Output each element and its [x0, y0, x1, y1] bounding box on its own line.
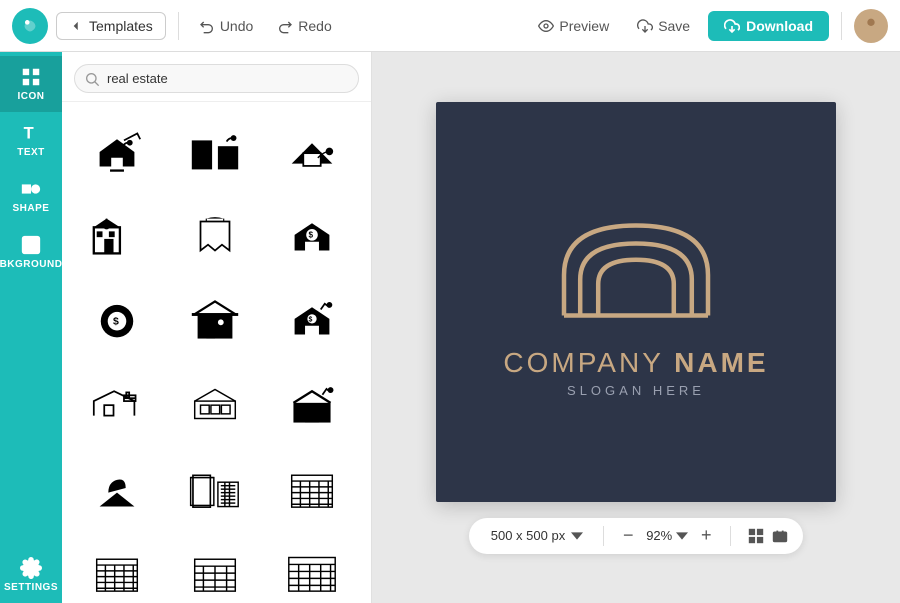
- list-item[interactable]: [170, 448, 260, 528]
- list-item[interactable]: [267, 532, 357, 603]
- list-item[interactable]: [72, 364, 162, 444]
- templates-button[interactable]: Templates: [56, 12, 166, 40]
- canvas-bottom-bar: 500 x 500 px − 92% +: [469, 518, 803, 554]
- icons-grid: $ $ $: [62, 102, 371, 603]
- icon-panel: $ $ $: [62, 52, 372, 603]
- fit-view-button[interactable]: [771, 527, 789, 545]
- icon-nav: ICON T TEXT SHAPE BKGROUND SETTINGS: [0, 52, 62, 603]
- nav-item-text[interactable]: T TEXT: [0, 112, 62, 168]
- svg-text:T: T: [24, 125, 34, 143]
- list-item[interactable]: [170, 112, 260, 192]
- save-button[interactable]: Save: [627, 13, 700, 39]
- list-item[interactable]: [72, 112, 162, 192]
- app-logo[interactable]: [12, 8, 48, 44]
- undo-button[interactable]: Undo: [191, 13, 261, 39]
- list-item[interactable]: $: [267, 196, 357, 276]
- nav-item-shape[interactable]: SHAPE: [0, 168, 62, 224]
- canvas-text-area: COMPANY NAME SLOGAN HERE: [503, 347, 768, 398]
- list-item[interactable]: [170, 196, 260, 276]
- view-buttons: [747, 527, 789, 545]
- logo-icon: [546, 206, 726, 331]
- canvas[interactable]: COMPANY NAME SLOGAN HERE: [436, 102, 836, 502]
- list-item[interactable]: [170, 532, 260, 603]
- zoom-controls: − 92% +: [616, 524, 718, 548]
- separator2: [841, 12, 842, 40]
- search-bar: [62, 52, 371, 102]
- svg-text:$: $: [309, 317, 313, 324]
- list-item[interactable]: [267, 364, 357, 444]
- canvas-area: COMPANY NAME SLOGAN HERE 500 x 500 px − …: [372, 52, 900, 603]
- grid-view-button[interactable]: [747, 527, 765, 545]
- list-item[interactable]: [72, 196, 162, 276]
- list-item[interactable]: [72, 448, 162, 528]
- zoom-out-button[interactable]: −: [616, 524, 640, 548]
- search-wrapper: [74, 64, 359, 93]
- svg-text:$: $: [113, 317, 119, 328]
- toolbar: Templates Undo Redo Preview Save Downloa…: [0, 0, 900, 52]
- nav-item-settings[interactable]: SETTINGS: [0, 547, 62, 603]
- list-item[interactable]: [170, 364, 260, 444]
- nav-item-background[interactable]: BKGROUND: [0, 224, 62, 280]
- search-input[interactable]: [74, 64, 359, 93]
- list-item[interactable]: $: [72, 280, 162, 360]
- preview-button[interactable]: Preview: [528, 13, 619, 39]
- zoom-value-selector[interactable]: 92%: [646, 528, 688, 543]
- separator: [178, 12, 179, 40]
- list-item[interactable]: [267, 112, 357, 192]
- redo-button[interactable]: Redo: [269, 13, 339, 39]
- list-item[interactable]: [72, 532, 162, 603]
- bar-separator2: [730, 526, 731, 546]
- svg-text:$: $: [309, 231, 314, 240]
- zoom-in-button[interactable]: +: [694, 524, 718, 548]
- list-item[interactable]: [170, 280, 260, 360]
- bar-separator: [603, 526, 604, 546]
- slogan-text: SLOGAN HERE: [503, 383, 768, 398]
- list-item[interactable]: [267, 448, 357, 528]
- main-layout: ICON T TEXT SHAPE BKGROUND SETTINGS: [0, 52, 900, 603]
- nav-item-icon[interactable]: ICON: [0, 56, 62, 112]
- canvas-wrapper: COMPANY NAME SLOGAN HERE 500 x 500 px − …: [392, 102, 880, 554]
- list-item[interactable]: $: [267, 280, 357, 360]
- company-name: COMPANY NAME: [503, 347, 768, 379]
- search-icon: [84, 71, 100, 87]
- user-avatar[interactable]: [854, 9, 888, 43]
- download-button[interactable]: Download: [708, 11, 829, 41]
- canvas-size-selector[interactable]: 500 x 500 px: [483, 525, 591, 546]
